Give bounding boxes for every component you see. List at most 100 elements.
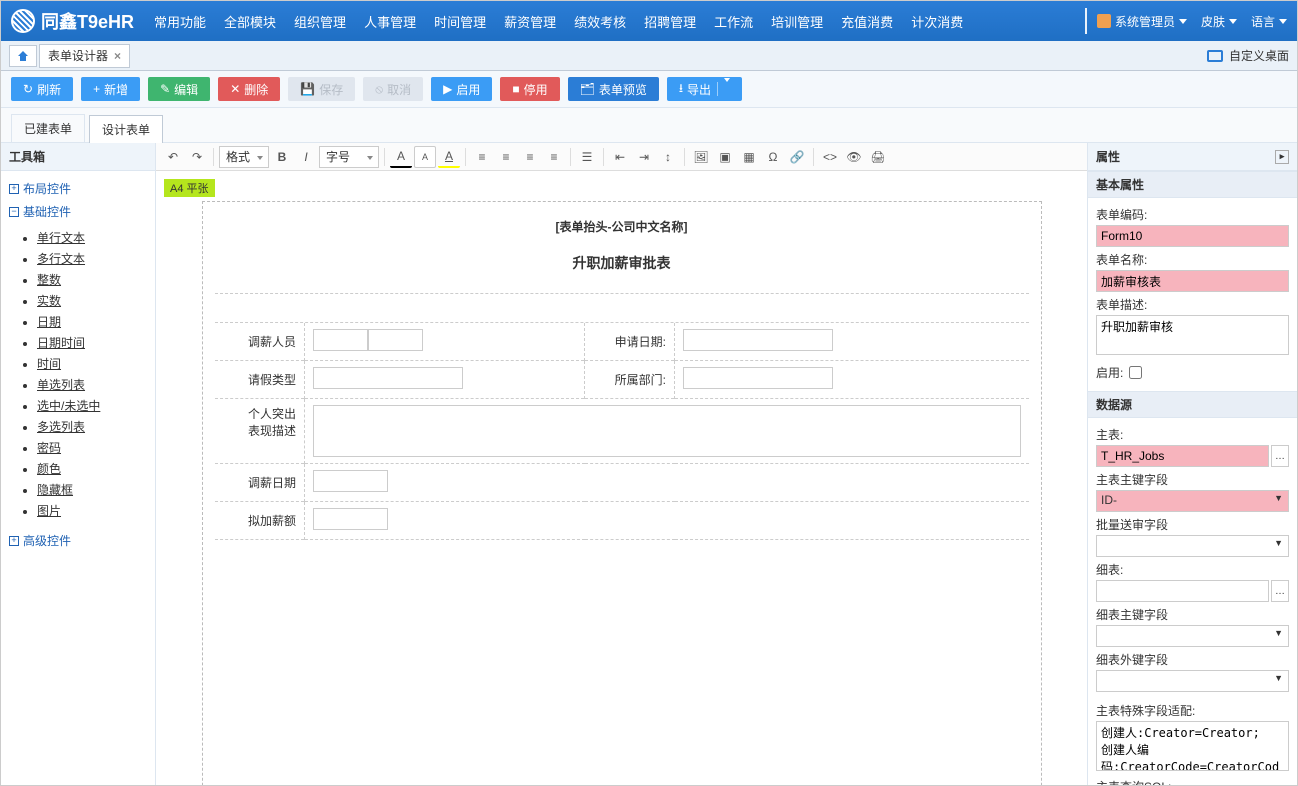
- nav-item[interactable]: 常用功能: [154, 12, 206, 31]
- field-cell[interactable]: [305, 399, 1029, 464]
- sub-fk-select[interactable]: [1096, 670, 1289, 692]
- refresh-button[interactable]: ↻ 刷新: [11, 77, 73, 101]
- preview-icon-button[interactable]: 👁: [843, 146, 865, 168]
- tool-item[interactable]: 选中/未选中: [37, 395, 147, 416]
- highlight-button[interactable]: A: [438, 146, 460, 168]
- form-page[interactable]: [表单抬头-公司中文名称] 升职加薪审批表 调薪人员 申请日期: 请假类型: [202, 201, 1042, 785]
- nav-item[interactable]: 薪资管理: [504, 12, 556, 31]
- format-select[interactable]: 格式: [219, 146, 269, 168]
- video-button[interactable]: ▣: [714, 146, 736, 168]
- nav-item[interactable]: 工作流: [714, 12, 753, 31]
- tool-item[interactable]: 图片: [37, 500, 147, 521]
- custom-desktop-link[interactable]: 自定义桌面: [1207, 47, 1289, 64]
- tool-item[interactable]: 颜色: [37, 458, 147, 479]
- skin-menu[interactable]: 皮肤: [1201, 13, 1237, 30]
- collapse-panel-button[interactable]: ▸: [1275, 150, 1289, 164]
- tool-item[interactable]: 多选列表: [37, 416, 147, 437]
- lang-menu[interactable]: 语言: [1251, 13, 1287, 30]
- field-cell[interactable]: [305, 323, 585, 361]
- delete-button[interactable]: ✕ 删除: [218, 77, 280, 101]
- bold-button[interactable]: B: [271, 146, 293, 168]
- nav-item[interactable]: 组织管理: [294, 12, 346, 31]
- design-canvas[interactable]: A4 平张 [表单抬头-公司中文名称] 升职加薪审批表 调薪人员 申请日期:: [156, 171, 1087, 785]
- enable-checkbox[interactable]: [1129, 366, 1142, 379]
- tool-item[interactable]: 时间: [37, 353, 147, 374]
- input-widget[interactable]: [683, 367, 833, 389]
- input-widget[interactable]: [313, 329, 368, 351]
- main-table-input[interactable]: [1096, 445, 1269, 467]
- tool-item[interactable]: 隐藏框: [37, 479, 147, 500]
- tool-item[interactable]: 整数: [37, 269, 147, 290]
- add-button[interactable]: + 新增: [81, 77, 140, 101]
- tool-item[interactable]: 单选列表: [37, 374, 147, 395]
- advanced-controls-header[interactable]: +高级控件: [9, 529, 147, 552]
- redo-button[interactable]: ↷: [186, 146, 208, 168]
- input-widget[interactable]: [313, 367, 463, 389]
- indent-button[interactable]: ⇤: [609, 146, 631, 168]
- edit-button[interactable]: ✎ 编辑: [148, 77, 210, 101]
- align-right-button[interactable]: ≡: [519, 146, 541, 168]
- nav-item[interactable]: 全部模块: [224, 12, 276, 31]
- line-height-button[interactable]: ↕: [657, 146, 679, 168]
- enable-button[interactable]: ▶ 启用: [431, 77, 492, 101]
- image-button[interactable]: 🖼: [690, 146, 712, 168]
- disable-button[interactable]: ■ 停用: [500, 77, 559, 101]
- bg-color-button[interactable]: A: [414, 146, 436, 168]
- sub-key-select[interactable]: [1096, 625, 1289, 647]
- nav-item[interactable]: 绩效考核: [574, 12, 626, 31]
- form-header[interactable]: [表单抬头-公司中文名称]: [215, 214, 1029, 239]
- sub-table-input[interactable]: [1096, 580, 1269, 602]
- main-key-select[interactable]: ID-: [1096, 490, 1289, 512]
- textarea-widget[interactable]: [313, 405, 1021, 457]
- fontsize-select[interactable]: 字号: [319, 146, 379, 168]
- nav-item[interactable]: 时间管理: [434, 12, 486, 31]
- user-menu[interactable]: 系统管理员: [1097, 13, 1187, 30]
- field-cell[interactable]: [305, 361, 585, 399]
- nav-item[interactable]: 充值消费: [841, 12, 893, 31]
- font-color-button[interactable]: A: [390, 146, 412, 168]
- basic-controls-header[interactable]: −基础控件: [9, 200, 147, 223]
- nav-item[interactable]: 招聘管理: [644, 12, 696, 31]
- field-cell[interactable]: [675, 323, 1029, 361]
- tool-item[interactable]: 日期时间: [37, 332, 147, 353]
- field-cell[interactable]: [305, 502, 1029, 540]
- link-button[interactable]: Ω: [762, 146, 784, 168]
- preview-button[interactable]: 🗂 表单预览: [568, 77, 659, 101]
- layout-controls-header[interactable]: +布局控件: [9, 177, 147, 200]
- code-button[interactable]: <>: [819, 146, 841, 168]
- nav-item[interactable]: 培训管理: [771, 12, 823, 31]
- tool-item[interactable]: 多行文本: [37, 248, 147, 269]
- align-justify-button[interactable]: ≡: [543, 146, 565, 168]
- anchor-button[interactable]: 🔗: [786, 146, 808, 168]
- home-tab[interactable]: [9, 45, 37, 67]
- undo-button[interactable]: ↶: [162, 146, 184, 168]
- list-button[interactable]: ☰: [576, 146, 598, 168]
- field-cell[interactable]: [675, 361, 1029, 399]
- tab-design-form[interactable]: 设计表单: [89, 115, 163, 143]
- tool-item[interactable]: 日期: [37, 311, 147, 332]
- form-name-input[interactable]: [1096, 270, 1289, 292]
- page-tab[interactable]: 表单设计器 ×: [39, 44, 130, 68]
- table-button[interactable]: ▦: [738, 146, 760, 168]
- spec-fields-textarea[interactable]: 创建人:Creator=Creator; 创建人编码:CreatorCode=C…: [1096, 721, 1289, 771]
- table-picker-button[interactable]: …: [1271, 445, 1289, 467]
- italic-button[interactable]: I: [295, 146, 317, 168]
- outdent-button[interactable]: ⇥: [633, 146, 655, 168]
- input-widget[interactable]: [683, 329, 833, 351]
- nav-item[interactable]: 计次消费: [911, 12, 963, 31]
- align-left-button[interactable]: ≡: [471, 146, 493, 168]
- export-button[interactable]: ⭳ 导出: [667, 77, 742, 101]
- tab-built-forms[interactable]: 已建表单: [11, 114, 85, 142]
- tool-item[interactable]: 密码: [37, 437, 147, 458]
- nav-item[interactable]: 人事管理: [364, 12, 416, 31]
- input-widget[interactable]: [313, 470, 388, 492]
- batch-field-select[interactable]: [1096, 535, 1289, 557]
- tool-item[interactable]: 单行文本: [37, 227, 147, 248]
- input-widget[interactable]: [368, 329, 423, 351]
- align-center-button[interactable]: ≡: [495, 146, 517, 168]
- form-title[interactable]: 升职加薪审批表: [215, 239, 1029, 293]
- tool-item[interactable]: 实数: [37, 290, 147, 311]
- table-picker-button[interactable]: …: [1271, 580, 1289, 602]
- close-icon[interactable]: ×: [114, 49, 121, 63]
- form-desc-textarea[interactable]: 升职加薪审核: [1096, 315, 1289, 355]
